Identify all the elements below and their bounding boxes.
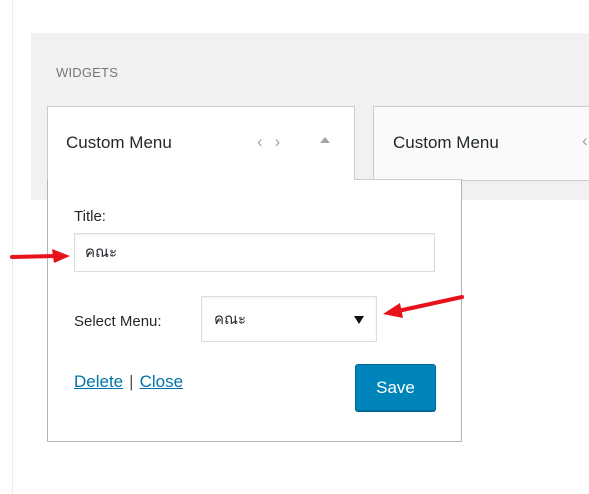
widget-tab-custom-menu-1[interactable]: Custom Menu ‹ › <box>47 106 355 186</box>
close-link[interactable]: Close <box>140 372 183 391</box>
menu-select-value: คณะ <box>214 311 247 328</box>
chevron-left-icon[interactable]: ‹ <box>257 132 263 152</box>
tab-connector <box>48 178 354 181</box>
chevron-left-icon[interactable]: ‹ <box>582 131 588 151</box>
collapse-up-icon[interactable] <box>320 137 330 143</box>
widget-tab-custom-menu-2[interactable]: Custom Menu ‹ <box>373 106 589 181</box>
widget-title: Custom Menu <box>66 133 172 152</box>
red-arrow-icon <box>10 249 70 263</box>
save-button[interactable]: Save <box>355 364 436 411</box>
title-input[interactable]: คณะ <box>74 233 435 272</box>
widget-title: Custom Menu <box>393 133 499 152</box>
delete-link[interactable]: Delete <box>74 372 123 391</box>
chevron-right-icon[interactable]: › <box>275 132 281 152</box>
title-label: Title: <box>74 208 106 225</box>
dropdown-caret-icon <box>354 316 364 324</box>
link-separator: | <box>129 372 134 391</box>
red-arrow-icon <box>383 295 464 318</box>
select-menu-label: Select Menu: <box>74 313 162 330</box>
section-title: WIDGETS <box>56 65 119 80</box>
form-action-links: Delete | Close <box>74 372 183 392</box>
menu-select-dropdown[interactable]: คณะ <box>201 296 377 342</box>
